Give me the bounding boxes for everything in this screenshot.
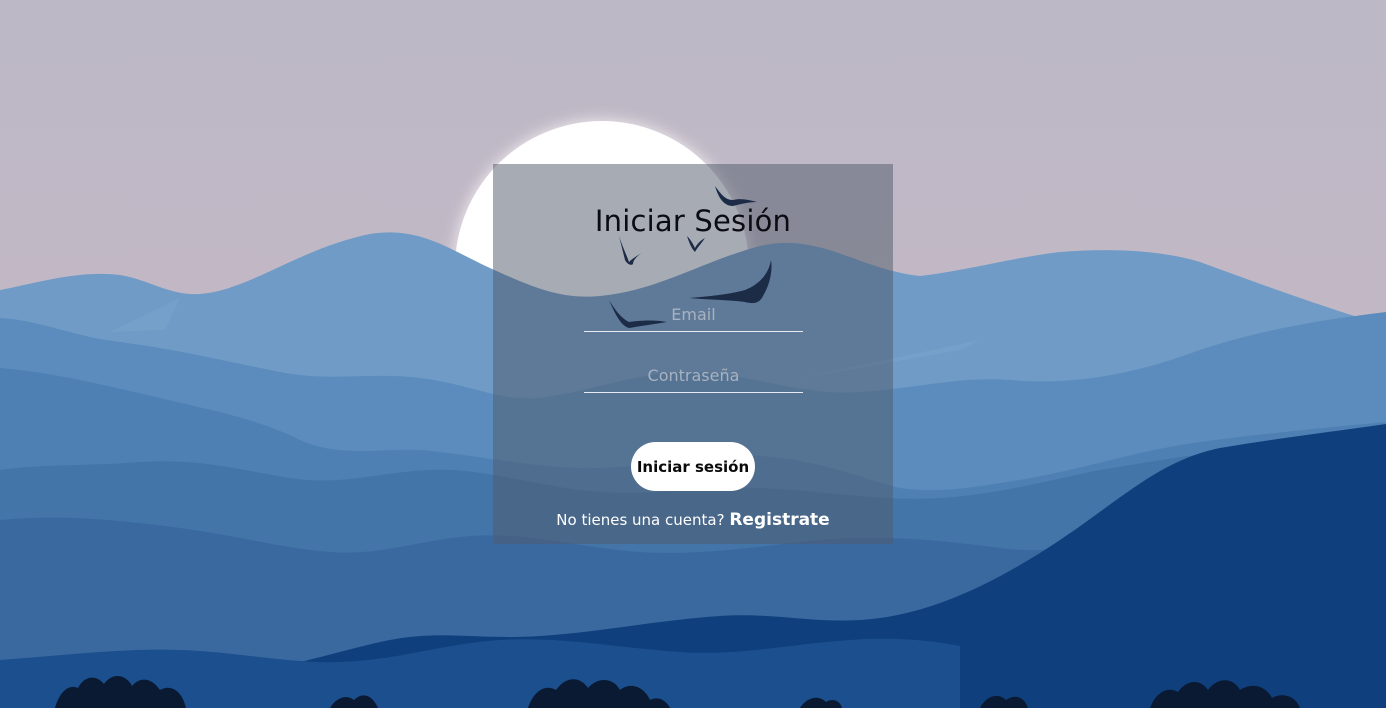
login-card: Iniciar Sesión Iniciar sesión No tienes … — [493, 164, 893, 544]
login-page: Iniciar Sesión Iniciar sesión No tienes … — [0, 0, 1386, 708]
register-prompt-text: No tienes una cuenta? — [556, 511, 725, 529]
page-title: Iniciar Sesión — [594, 204, 792, 238]
birds-decoration — [609, 186, 772, 328]
password-field[interactable] — [584, 359, 803, 393]
bird-icon — [689, 260, 772, 304]
bird-icon — [715, 186, 757, 206]
bird-icon — [687, 236, 705, 252]
register-prompt-row: No tienes una cuenta? Registrate — [493, 510, 893, 530]
login-button[interactable]: Iniciar sesión — [631, 442, 755, 491]
register-link[interactable]: Registrate — [729, 510, 829, 530]
bird-icon — [619, 236, 643, 265]
email-field[interactable] — [584, 298, 803, 332]
